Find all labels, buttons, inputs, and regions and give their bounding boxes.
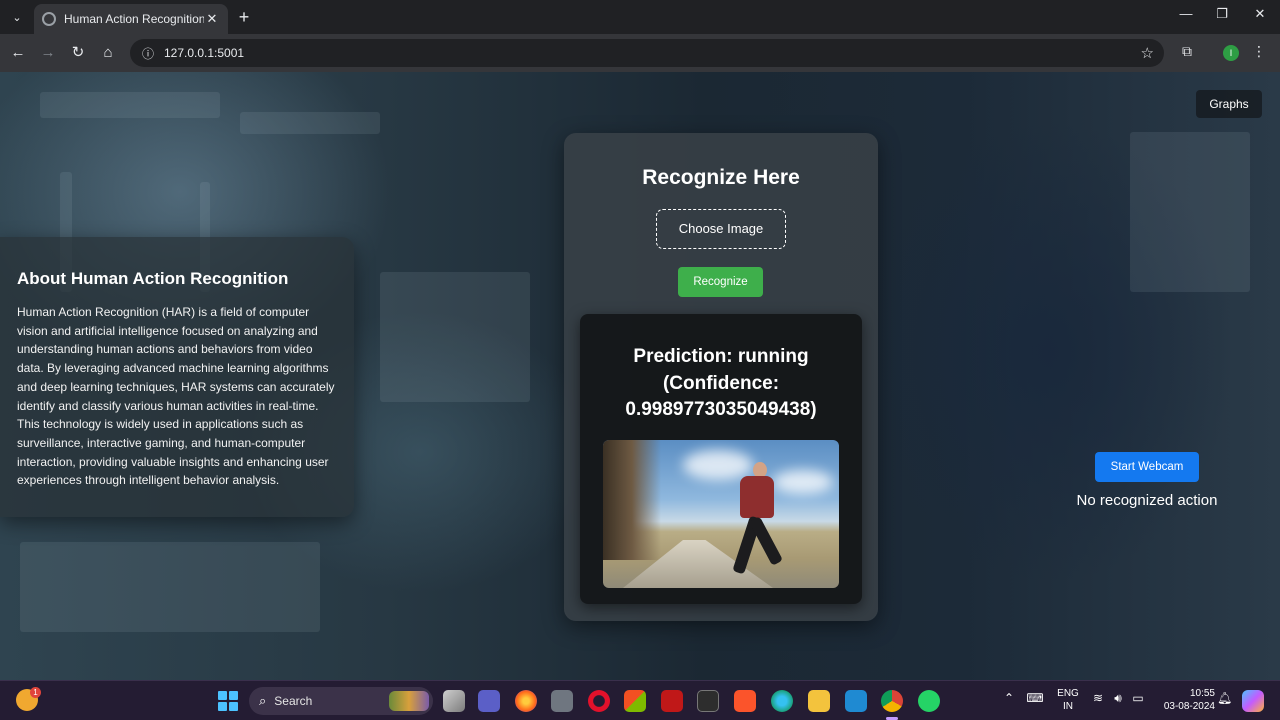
- start-webcam-button[interactable]: Start Webcam: [1095, 452, 1199, 482]
- taskbar-search-box[interactable]: ⌕ Search: [249, 687, 433, 715]
- graphs-link[interactable]: Graphs: [1196, 90, 1262, 118]
- microsoft-store-icon[interactable]: [624, 690, 646, 712]
- home-icon[interactable]: ⌂: [98, 43, 118, 63]
- wifi-icon[interactable]: ≋: [1090, 691, 1106, 705]
- notification-bell-icon[interactable]: 🔔︎: [1217, 691, 1232, 705]
- webcam-status-text: No recognized action: [1076, 492, 1218, 509]
- site-info-icon[interactable]: ⓘ: [140, 45, 156, 61]
- edge-icon[interactable]: [771, 690, 793, 712]
- input-language-indicator[interactable]: ENG IN: [1052, 687, 1084, 713]
- language-code: ENG: [1057, 688, 1079, 699]
- background-decor: [1130, 132, 1250, 292]
- camera-icon[interactable]: [551, 690, 573, 712]
- clock-time: 10:55: [1189, 688, 1215, 699]
- tab-close-icon[interactable]: ✕: [204, 11, 220, 27]
- uploaded-image-preview: [603, 440, 839, 588]
- back-arrow-icon[interactable]: ←: [8, 43, 28, 63]
- browser-tab-strip: ⌄ Human Action Recognition ✕ + — ❐ ✕: [0, 0, 1280, 34]
- brave-icon[interactable]: [734, 690, 756, 712]
- profile-avatar[interactable]: I: [1223, 45, 1239, 61]
- globe-favicon-icon: [42, 12, 56, 26]
- choose-image-button[interactable]: Choose Image: [656, 209, 786, 249]
- terminal-icon[interactable]: [697, 690, 719, 712]
- minimize-icon[interactable]: —: [1176, 6, 1196, 21]
- chrome-icon[interactable]: [881, 690, 903, 712]
- prediction-result-card: Prediction: running (Confidence: 0.99897…: [580, 314, 862, 604]
- window-close-icon[interactable]: ✕: [1250, 6, 1270, 22]
- windows-taskbar: 1 ⌕ Search ⌃ ⌨ ENG IN ≋ 🔊︎ ▭ 10:55 03-08…: [0, 680, 1280, 720]
- recognize-button[interactable]: Recognize: [678, 267, 763, 297]
- page-background: Graphs About Human Action Recognition Hu…: [0, 72, 1280, 680]
- browser-tab-active[interactable]: Human Action Recognition ✕: [34, 4, 228, 34]
- tab-title: Human Action Recognition: [64, 12, 204, 26]
- forward-arrow-icon[interactable]: →: [38, 43, 58, 63]
- url-text[interactable]: 127.0.0.1:5001: [164, 46, 1141, 60]
- browser-toolbar: ← → ↻ ⌂ ⓘ 127.0.0.1:5001 ☆ ⧉ ⋮: [0, 34, 1280, 72]
- search-highlight-image: [389, 691, 429, 711]
- maximize-icon[interactable]: ❐: [1212, 6, 1232, 22]
- tab-search-chevron-icon[interactable]: ⌄: [6, 6, 28, 28]
- mcafee-icon[interactable]: [661, 690, 683, 712]
- reload-icon[interactable]: ↻: [68, 43, 88, 63]
- new-tab-plus-icon[interactable]: +: [234, 7, 254, 27]
- teams-icon[interactable]: [478, 690, 500, 712]
- prediction-text: Prediction: running (Confidence: 0.99897…: [625, 346, 817, 420]
- background-decor: [40, 92, 220, 118]
- background-decor: [20, 542, 320, 632]
- region-code: IN: [1063, 701, 1073, 712]
- address-bar[interactable]: ⓘ 127.0.0.1:5001 ☆: [130, 39, 1164, 67]
- keyboard-icon[interactable]: ⌨: [1026, 691, 1044, 705]
- extensions-puzzle-icon[interactable]: ⧉: [1178, 43, 1196, 61]
- background-decor: [240, 112, 380, 134]
- opera-icon[interactable]: [588, 690, 610, 712]
- vscode-icon[interactable]: [845, 690, 867, 712]
- about-title: About Human Action Recognition: [17, 269, 289, 288]
- battery-icon[interactable]: ▭: [1130, 691, 1146, 705]
- copilot-icon[interactable]: [1242, 690, 1264, 712]
- task-view-icon[interactable]: [443, 690, 465, 712]
- firefox-icon[interactable]: [515, 690, 537, 712]
- search-icon: ⌕: [259, 693, 267, 708]
- about-description: Human Action Recognition (HAR) is a fiel…: [17, 305, 335, 488]
- recognize-title: Recognize Here: [642, 166, 800, 189]
- volume-icon[interactable]: 🔊︎: [1110, 691, 1126, 706]
- clock-date: 03-08-2024: [1163, 701, 1215, 712]
- file-explorer-icon[interactable]: [808, 690, 830, 712]
- recognize-panel: Recognize Here Choose Image Recognize Pr…: [564, 133, 878, 621]
- about-panel: About Human Action Recognition Human Act…: [0, 237, 354, 517]
- bookmark-star-icon[interactable]: ☆: [1141, 44, 1154, 62]
- tray-overflow-chevron-icon[interactable]: ⌃: [1002, 691, 1016, 705]
- windows-start-icon[interactable]: [218, 691, 238, 711]
- taskbar-search-placeholder: Search: [274, 694, 313, 708]
- background-decor: [380, 272, 530, 402]
- browser-menu-kebab-icon[interactable]: ⋮: [1252, 43, 1266, 60]
- whatsapp-icon[interactable]: [918, 690, 940, 712]
- system-clock[interactable]: 10:55 03-08-2024: [1155, 687, 1215, 713]
- weather-badge: 1: [30, 687, 41, 698]
